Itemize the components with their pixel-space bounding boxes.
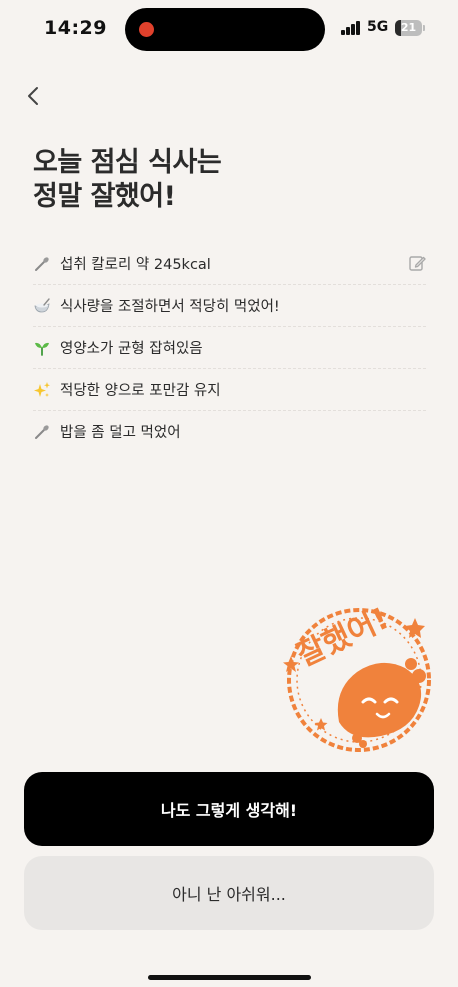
spoon-icon [33,255,51,273]
feedback-list: 섭취 칼로리 약 245kcal 식사량을 조절하면서 적당히 먹었어! 영양소… [33,243,426,452]
battery-tip [423,25,425,31]
list-item-text: 식사량을 조절하면서 적당히 먹었어! [60,299,280,315]
list-item-text: 적당한 양으로 포만감 유지 [60,383,221,399]
bowl-icon [33,297,51,315]
disagree-button[interactable]: 아니 난 아쉬워... [24,856,434,930]
recording-indicator-icon [139,22,154,37]
list-item: 식사량을 조절하면서 적당히 먹었어! [33,285,426,327]
cellular-signal-icon [341,21,363,35]
network-type: 5G [367,19,389,35]
praise-stamp: 잘했어! [277,598,437,758]
spoon-icon [33,423,51,441]
status-bar: 14:29 5G 21 [0,0,458,58]
list-item: 영양소가 균형 잡혀있음 [33,327,426,369]
chevron-left-icon [28,87,38,105]
sparkles-icon [33,381,51,399]
page-title: 오늘 점심 식사는 정말 잘했어! [33,146,222,214]
agree-button[interactable]: 나도 그렇게 생각해! [24,772,434,846]
page-title-line1: 오늘 점심 식사는 [33,147,222,178]
stamp-text: 잘했어! [292,601,394,673]
mascot-icon [337,658,426,748]
dynamic-island [125,8,325,51]
back-button[interactable] [22,82,46,110]
list-item: 적당한 양으로 포만감 유지 [33,369,426,411]
list-item: 밥을 좀 덜고 먹었어 [33,411,426,452]
sprout-icon [33,339,51,357]
battery-percent: 21 [400,21,417,34]
list-item: 섭취 칼로리 약 245kcal [33,243,426,285]
home-indicator[interactable] [148,975,311,980]
battery-icon: 21 [395,20,422,36]
list-item-text: 섭취 칼로리 약 245kcal [60,257,211,273]
page-title-line2: 정말 잘했어! [33,181,176,212]
list-item-text: 밥을 좀 덜고 먹었어 [60,425,181,441]
list-item-text: 영양소가 균형 잡혀있음 [60,341,203,357]
edit-icon[interactable] [408,254,426,272]
status-time: 14:29 [44,17,107,39]
